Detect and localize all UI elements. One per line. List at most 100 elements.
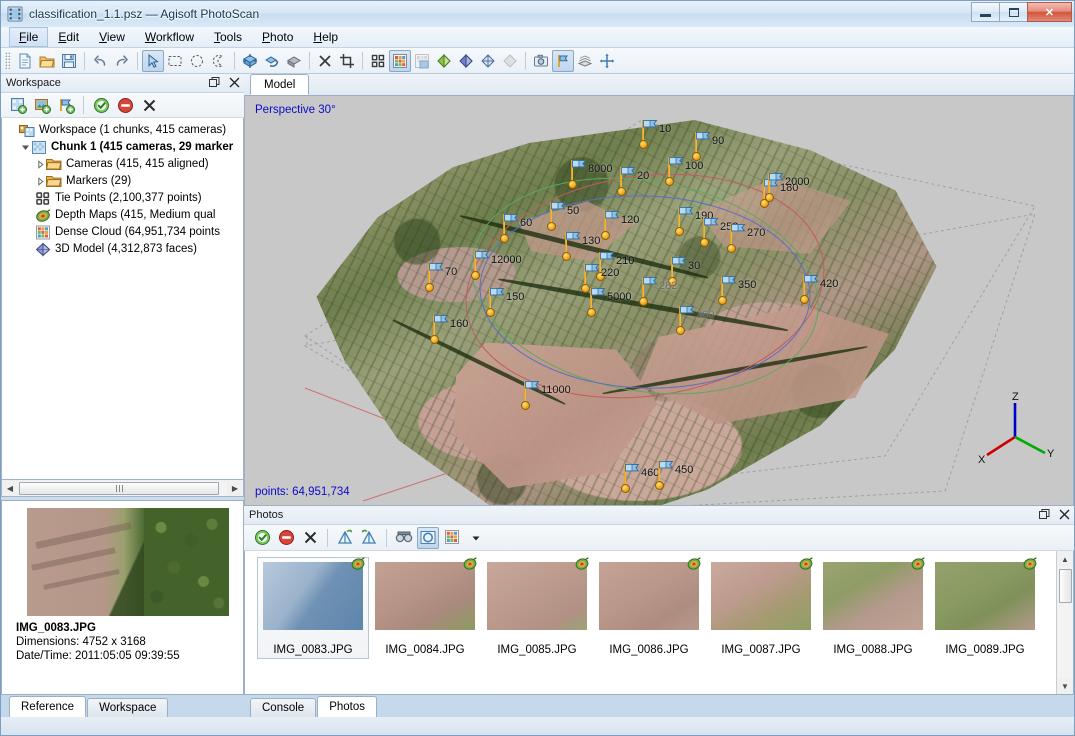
reset-orientation-ccw-icon[interactable] — [334, 527, 356, 549]
menu-photo[interactable]: Photo — [252, 27, 303, 47]
right-column: Model Perspective 30° points: 64,951,734 — [244, 74, 1074, 717]
model-solid-icon[interactable] — [455, 50, 477, 72]
dense-cloud-classes-icon[interactable] — [411, 50, 433, 72]
add-photos-icon[interactable] — [31, 94, 53, 116]
tree-expander-collapsed-icon[interactable] — [35, 160, 46, 169]
scroll-down-arrow-icon[interactable]: ▼ — [1058, 678, 1073, 694]
disable-photos-icon[interactable] — [275, 527, 297, 549]
tab-model[interactable]: Model — [250, 74, 309, 95]
tree-item-markers[interactable]: Markers (29) — [6, 173, 241, 190]
menu-tools[interactable]: Tools — [204, 27, 252, 47]
resize-region-icon[interactable] — [239, 50, 261, 72]
photos-panel-title: Photos — [249, 509, 283, 521]
tree-item-workspace[interactable]: Workspace (1 chunks, 415 cameras) — [6, 122, 241, 139]
tree-item-depth-maps[interactable]: Depth Maps (415, Medium qual — [6, 207, 241, 224]
tree-item-cameras[interactable]: Cameras (415, 415 aligned) — [6, 156, 241, 173]
photos-close-icon[interactable] — [1058, 508, 1071, 521]
minimize-button[interactable] — [971, 2, 1000, 22]
photo-thumbnail[interactable]: IMG_0087.JPG — [705, 557, 817, 659]
photo-thumbnail[interactable]: IMG_0086.JPG — [593, 557, 705, 659]
photos-undock-icon[interactable] — [1038, 508, 1051, 521]
add-markers-icon[interactable] — [55, 94, 77, 116]
photo-thumbnail[interactable]: IMG_0088.JPG — [817, 557, 929, 659]
photo-thumbnail[interactable]: IMG_0083.JPG — [257, 557, 369, 659]
undo-icon[interactable] — [89, 50, 111, 72]
tree-item-3d-model[interactable]: 3D Model (4,312,873 faces) — [6, 241, 241, 258]
rectangle-selection-icon[interactable] — [164, 50, 186, 72]
toolbar-grip[interactable] — [5, 52, 11, 70]
perspective-label: Perspective 30° — [255, 104, 336, 116]
photo-thumbnail[interactable]: IMG_0084.JPG — [369, 557, 481, 659]
show-masks-icon[interactable] — [417, 527, 439, 549]
menu-edit[interactable]: Edit — [48, 27, 89, 47]
crop-selection-icon[interactable] — [336, 50, 358, 72]
workspace-close-icon[interactable] — [228, 76, 241, 89]
add-chunk-icon[interactable] — [7, 94, 29, 116]
workspace-undock-icon[interactable] — [208, 76, 221, 89]
tree-expander-expanded-icon[interactable] — [20, 143, 31, 152]
redo-icon[interactable] — [111, 50, 133, 72]
delete-selection-icon[interactable] — [314, 50, 336, 72]
scroll-right-arrow-icon[interactable]: ▶ — [227, 481, 243, 496]
menu-view[interactable]: View — [89, 27, 135, 47]
scroll-track[interactable] — [18, 481, 227, 496]
close-button[interactable]: ✕ — [1027, 2, 1072, 22]
photos-strip[interactable]: IMG_0083.JPGIMG_0084.JPGIMG_0085.JPGIMG_… — [244, 551, 1074, 695]
tree-item-label: Cameras (415, 415 aligned) — [66, 156, 209, 173]
marker-label: 20 — [637, 170, 649, 182]
rotate-region-icon[interactable] — [261, 50, 283, 72]
left-column: Workspace — [1, 74, 244, 717]
reset-orientation-cw-icon[interactable] — [358, 527, 380, 549]
workspace-horizontal-scrollbar[interactable]: ◀ ▶ — [1, 480, 244, 497]
tab-console[interactable]: Console — [250, 698, 316, 717]
new-project-icon[interactable] — [14, 50, 36, 72]
thumbnail-size-icon[interactable] — [441, 527, 463, 549]
tree-item-dense-cloud[interactable]: Dense Cloud (64,951,734 points — [6, 224, 241, 241]
photo-thumbnail[interactable]: IMG_0085.JPG — [481, 557, 593, 659]
freeform-selection-icon[interactable] — [208, 50, 230, 72]
show-region-icon[interactable] — [574, 50, 596, 72]
disable-icon[interactable] — [114, 94, 136, 116]
point-cloud-icon[interactable] — [367, 50, 389, 72]
enable-photos-icon[interactable] — [251, 527, 273, 549]
tree-item-tie-points[interactable]: Tie Points (2,100,377 points) — [6, 190, 241, 207]
maximize-button[interactable] — [999, 2, 1028, 22]
preview-metadata: IMG_0083.JPG Dimensions: 4752 x 3168 Dat… — [8, 621, 237, 663]
circle-selection-icon[interactable] — [186, 50, 208, 72]
scroll-thumb[interactable] — [1059, 569, 1072, 603]
navigation-cursor-icon[interactable] — [142, 50, 164, 72]
enable-icon[interactable] — [90, 94, 112, 116]
model-viewport[interactable]: Perspective 30° points: 64,951,734 — [244, 96, 1074, 506]
open-project-icon[interactable] — [36, 50, 58, 72]
scroll-left-arrow-icon[interactable]: ◀ — [2, 481, 18, 496]
show-markers-icon[interactable] — [552, 50, 574, 72]
model-confidence-icon[interactable] — [499, 50, 521, 72]
tab-reference[interactable]: Reference — [9, 696, 86, 717]
model-wireframe-icon[interactable] — [477, 50, 499, 72]
tree-item-chunk-1[interactable]: Chunk 1 (415 cameras, 29 marker — [6, 139, 241, 156]
photos-vertical-scrollbar[interactable]: ▲ ▼ — [1056, 551, 1073, 694]
chevron-down-icon[interactable] — [465, 527, 487, 549]
menu-file[interactable]: File — [9, 27, 48, 47]
remove-photos-icon[interactable] — [299, 527, 321, 549]
tab-photos[interactable]: Photos — [317, 696, 377, 717]
photo-thumbnail[interactable]: IMG_0089.JPG — [929, 557, 1041, 659]
reset-region-icon[interactable] — [283, 50, 305, 72]
tree-expander-collapsed-icon[interactable] — [35, 177, 46, 186]
save-project-icon[interactable] — [58, 50, 80, 72]
menu-workflow[interactable]: Workflow — [135, 27, 204, 47]
menu-help[interactable]: Help — [303, 27, 348, 47]
tab-workspace[interactable]: Workspace — [87, 698, 168, 717]
remove-items-icon[interactable] — [138, 94, 160, 116]
marker-label: 120 — [621, 214, 639, 226]
match-photos-icon[interactable] — [393, 527, 415, 549]
scroll-thumb[interactable] — [19, 482, 219, 495]
marker-point — [617, 187, 626, 196]
show-cameras-icon[interactable] — [530, 50, 552, 72]
scroll-up-arrow-icon[interactable]: ▲ — [1058, 551, 1073, 567]
scroll-track[interactable] — [1058, 567, 1073, 678]
reset-view-icon[interactable] — [596, 50, 618, 72]
dense-cloud-icon[interactable] — [389, 50, 411, 72]
workspace-tree-panel[interactable]: Workspace (1 chunks, 415 cameras) — [1, 118, 244, 480]
model-shaded-icon[interactable] — [433, 50, 455, 72]
